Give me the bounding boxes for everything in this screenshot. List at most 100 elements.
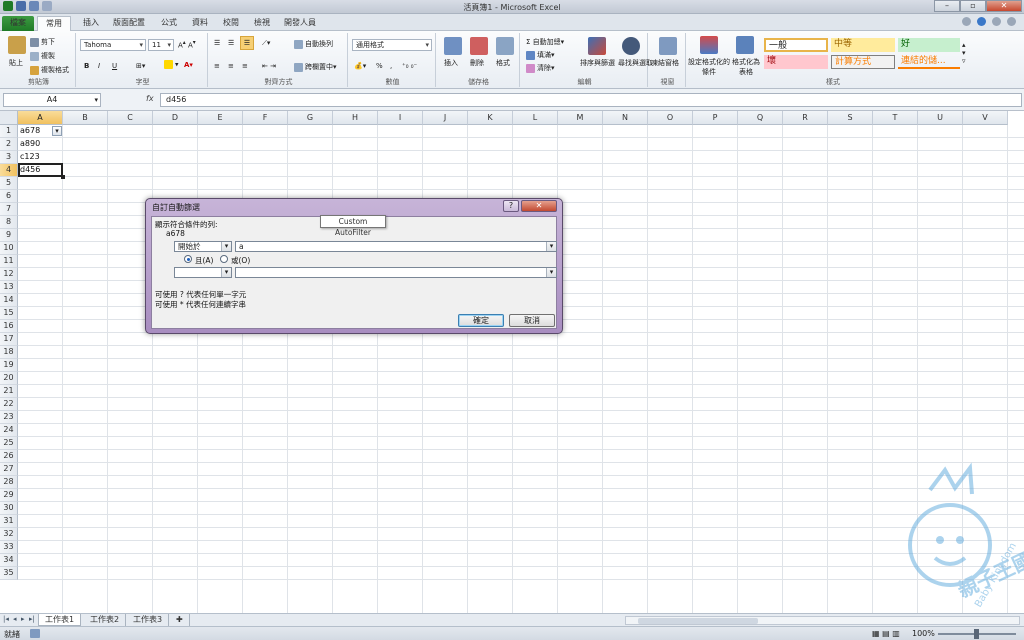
font-name-dropdown[interactable]: Tahoma [80,39,146,51]
align-top-icon[interactable]: ☰ [214,39,220,47]
value1-combo[interactable]: a ▾ [235,241,557,252]
column-header-k[interactable]: K [468,111,513,125]
merge-center-button[interactable]: 跨欄置中▾ [294,62,337,72]
view-buttons[interactable]: ▦ ▤ ▥ [872,629,900,638]
style-linked-cell[interactable]: 連結的儲... [898,55,960,69]
dropdown-arrow-icon[interactable]: ▾ [546,242,556,251]
tab-data[interactable]: 資料 [186,16,214,31]
cut-button[interactable]: 剪下 [30,37,55,47]
value2-combo[interactable]: ▾ [235,267,557,278]
row-header-5[interactable]: 5 [0,177,18,190]
conditional-format-icon[interactable] [700,36,718,54]
align-middle-icon[interactable]: ☰ [228,39,234,47]
row-header-21[interactable]: 21 [0,385,18,398]
first-sheet-icon[interactable]: |◂ [3,615,9,623]
tab-page-layout[interactable]: 版面配置 [108,16,150,31]
italic-button[interactable]: I [98,62,100,70]
sheet-tab-2[interactable]: 工作表2 [84,614,127,626]
column-header-f[interactable]: F [243,111,288,125]
scroll-thumb[interactable] [638,618,758,624]
macro-record-icon[interactable] [30,629,40,638]
grow-font-icon[interactable]: A▴ A▾ [178,40,196,49]
cancel-button[interactable]: 取消 [509,314,555,327]
column-header-i[interactable]: I [378,111,423,125]
indent-icon[interactable]: ⇤ ⇥ [262,62,276,70]
row-header-24[interactable]: 24 [0,424,18,437]
insert-cells-icon[interactable] [444,37,462,55]
style-normal[interactable]: 一般 [764,38,828,52]
column-header-o[interactable]: O [648,111,693,125]
sort-filter-button[interactable]: 排序與篩選 [580,58,615,68]
border-icon[interactable]: ⊞▾ [136,62,145,70]
operator2-dropdown[interactable]: ▾ [174,267,232,278]
autosum-button[interactable]: Σ 自動加總▾ [526,37,564,47]
orientation-icon[interactable]: ⟋▾ [262,39,270,48]
conditional-format-button[interactable]: 設定格式化的條件 [688,57,730,77]
column-header-r[interactable]: R [783,111,828,125]
row-header-33[interactable]: 33 [0,541,18,554]
row-header-3[interactable]: 3 [0,151,18,164]
dropdown-arrow-icon[interactable]: ▾ [221,242,231,251]
row-header-35[interactable]: 35 [0,567,18,580]
insert-button[interactable]: 插入 [444,58,458,68]
fill-button[interactable]: 填滿▾ [526,50,555,60]
row-header-6[interactable]: 6 [0,190,18,203]
delete-cells-icon[interactable] [470,37,488,55]
zoom-level[interactable]: 100% [912,629,935,638]
format-as-table-button[interactable]: 格式化為表格 [730,57,762,77]
tab-file[interactable]: 檔案 [2,16,34,31]
format-button[interactable]: 格式 [496,58,510,68]
bold-button[interactable]: B [84,62,89,70]
row-header-34[interactable]: 34 [0,554,18,567]
row-header-18[interactable]: 18 [0,346,18,359]
row-header-29[interactable]: 29 [0,489,18,502]
next-sheet-icon[interactable]: ▸ [21,615,25,623]
cell-a1[interactable]: a678 [19,125,40,138]
paste-button[interactable]: 貼上 [9,58,23,68]
tab-developer[interactable]: 開發人員 [280,16,320,31]
style-neutral[interactable]: 中等 [831,38,895,52]
sheet-tab-1[interactable]: 工作表1 [38,614,82,626]
styles-scroll-icon[interactable]: ▴ ▾ ▿ [962,41,966,65]
operator1-dropdown[interactable]: 開始於 ▾ [174,241,232,252]
column-header-l[interactable]: L [513,111,558,125]
column-header-m[interactable]: M [558,111,603,125]
comma-button[interactable]: , [390,62,392,70]
dialog-help-button[interactable]: ? [503,200,519,212]
row-header-27[interactable]: 27 [0,463,18,476]
worksheet-grid[interactable]: ABCDEFGHIJKLMNOPQRSTUV 1 2 3 4 5 6 7 8 9 10 11 12 13… [0,111,1024,613]
font-color-icon[interactable]: A▾ [184,61,193,69]
column-header-p[interactable]: P [693,111,738,125]
column-header-a[interactable]: A [18,111,63,125]
row-header-12[interactable]: 12 [0,268,18,281]
align-bottom-icon[interactable]: ☰ [240,36,254,50]
fill-color-icon[interactable]: ▾ [164,60,179,69]
tab-view[interactable]: 檢視 [248,16,276,31]
copy-button[interactable]: 複製 [30,51,55,61]
tab-insert[interactable]: 插入 [78,16,104,31]
column-header-t[interactable]: T [873,111,918,125]
close-workbook-icon[interactable] [1007,17,1016,26]
zoom-knob[interactable] [974,629,979,639]
font-size-dropdown[interactable]: 11 [148,39,174,51]
and-label[interactable]: 且(A) [195,255,213,266]
formula-input[interactable]: d456 [160,93,1022,107]
close-button[interactable]: ✕ [986,0,1022,12]
tab-review[interactable]: 校閱 [217,16,245,31]
align-left-icon[interactable]: ≡ [214,62,220,70]
dialog-close-button[interactable]: ✕ [521,200,557,212]
ok-button[interactable]: 確定 [458,314,504,327]
column-header-j[interactable]: J [423,111,468,125]
underline-button[interactable]: U [112,62,117,70]
row-header-8[interactable]: 8 [0,216,18,229]
column-header-h[interactable]: H [333,111,378,125]
help-icon[interactable] [977,17,986,26]
wrap-text-button[interactable]: 自動換列 [294,39,333,49]
row-header-28[interactable]: 28 [0,476,18,489]
align-center-icon[interactable]: ≡ [228,62,234,70]
row-header-4[interactable]: 4 [0,164,18,177]
align-right-icon[interactable]: ≡ [242,62,248,70]
row-header-7[interactable]: 7 [0,203,18,216]
insert-sheet-icon[interactable]: ✚ [170,614,190,626]
column-header-q[interactable]: Q [738,111,783,125]
